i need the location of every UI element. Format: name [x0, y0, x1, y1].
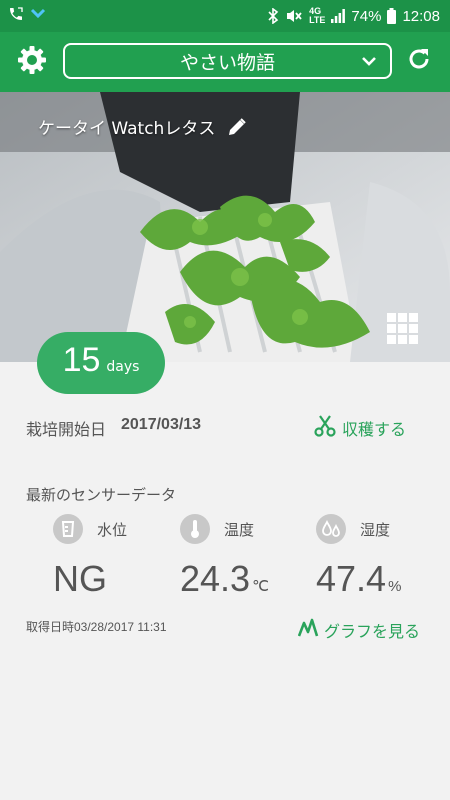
- harvest-button[interactable]: 収穫する: [314, 414, 406, 442]
- mute-icon: [285, 8, 303, 24]
- photo-grid-button[interactable]: [387, 313, 419, 345]
- start-date-label: 栽培開始日: [26, 420, 107, 439]
- days-count: 15: [62, 341, 101, 379]
- phone-icon: [8, 6, 24, 22]
- refresh-button[interactable]: [404, 46, 434, 76]
- graph-icon: [297, 618, 320, 642]
- sensor-temperature: 温度 24.3 ℃: [180, 514, 269, 600]
- days-unit: days: [106, 359, 140, 375]
- fetched-timestamp: 取得日時03/28/2017 11:31: [26, 620, 167, 634]
- bluetooth-icon: [267, 8, 279, 24]
- humidity-label: 湿度: [360, 520, 391, 539]
- days-badge: 15 days: [37, 332, 165, 394]
- battery-icon: [387, 8, 397, 24]
- gear-icon: [17, 45, 47, 79]
- settings-button[interactable]: [16, 46, 48, 78]
- water-level-value: NG: [53, 558, 107, 599]
- chevron-icon: [30, 8, 46, 20]
- kit-name: やさい物語: [179, 51, 275, 74]
- humidity-value: 47.4: [316, 558, 387, 599]
- plant-name-text: ケータイ Watchレタス: [38, 119, 216, 139]
- scissors-icon: [314, 414, 336, 442]
- view-graph-button[interactable]: グラフを見る: [297, 618, 421, 642]
- humidity-unit: %: [388, 578, 402, 595]
- status-bar: 4G LTE 74% 12:08: [0, 0, 450, 32]
- sensor-humidity: 湿度 47.4 %: [316, 514, 401, 600]
- sensor-water-level: 水位 NG: [53, 514, 127, 600]
- harvest-label: 収穫する: [342, 420, 407, 439]
- grid-icon: [387, 313, 419, 349]
- battery-percent: 74%: [351, 7, 382, 25]
- water-level-label: 水位: [97, 520, 128, 539]
- temperature-unit: ℃: [252, 578, 269, 595]
- network-type: 4G LTE: [309, 6, 326, 25]
- view-graph-label: グラフを見る: [324, 622, 421, 641]
- plant-name: ケータイ Watchレタス: [38, 114, 247, 139]
- plant-details: 栽培開始日 2017/03/13 収穫する 最新のセンサーデータ 水位 NG 温…: [0, 362, 450, 800]
- humidity-icon: [316, 514, 346, 544]
- pencil-icon[interactable]: [227, 117, 247, 137]
- app-bar: やさい物語: [0, 32, 450, 92]
- plant-photo: ケータイ Watchレタス: [0, 92, 450, 362]
- clock: 12:08: [402, 7, 440, 25]
- chevron-down-icon: [360, 52, 378, 75]
- signal-icon: [331, 9, 346, 23]
- temperature-value: 24.3: [180, 558, 251, 599]
- temperature-label: 温度: [224, 520, 255, 539]
- sensor-heading: 最新のセンサーデータ: [26, 486, 177, 504]
- refresh-icon: [406, 46, 432, 76]
- water-level-icon: [53, 514, 83, 544]
- kit-selector[interactable]: やさい物語: [63, 43, 392, 79]
- thermometer-icon: [180, 514, 210, 544]
- start-date-value: 2017/03/13: [121, 416, 202, 433]
